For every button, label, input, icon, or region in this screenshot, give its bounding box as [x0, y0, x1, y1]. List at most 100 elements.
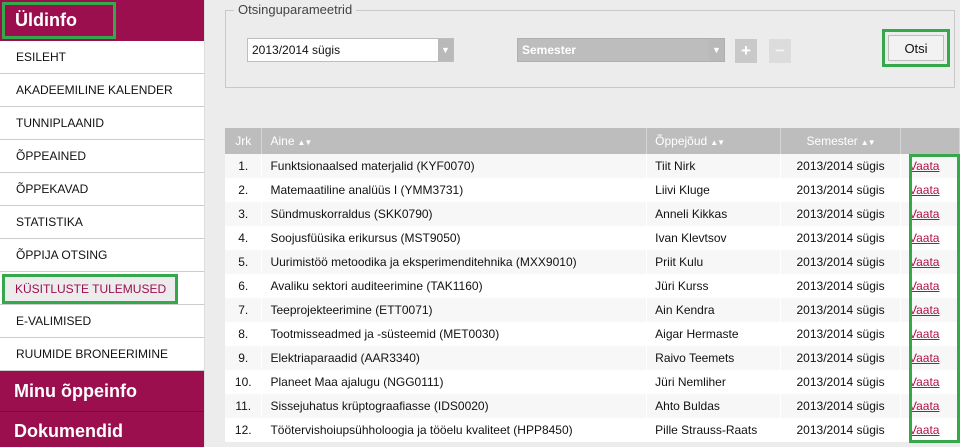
view-link[interactable]: Vaata — [909, 207, 939, 221]
cell-teacher: Pille Strauss-Raats — [646, 418, 782, 442]
sidebar-item-label: ÕPPIJA OTSING — [16, 248, 108, 262]
table-row: 2. Matemaatiline analüüs I (YMM3731) Liivi… — [225, 178, 960, 202]
sidebar-item-label: ÕPPEAINED — [16, 149, 87, 163]
cell-action: Vaata — [900, 298, 960, 322]
cell-index: 4. — [225, 226, 263, 250]
cell-action: Vaata — [900, 178, 960, 202]
table-header-row: Jrk Aine ▲▼ Õppejõud ▲▼ Semester ▲▼ — [225, 128, 960, 154]
view-link[interactable]: Vaata — [909, 351, 939, 365]
view-link[interactable]: Vaata — [909, 159, 939, 173]
cell-course: Funktsionaalsed materjalid (KYF0070) — [261, 154, 648, 178]
search-button-highlight: Otsi — [882, 29, 950, 67]
cell-course: Avaliku sektori auditeerimine (TAK1160) — [261, 274, 648, 298]
view-link[interactable]: Vaata — [909, 399, 939, 413]
cell-teacher: Jüri Kurss — [646, 274, 782, 298]
column-header-teacher[interactable]: Õppejõud ▲▼ — [646, 128, 782, 154]
cell-index: 7. — [225, 298, 263, 322]
cell-index: 9. — [225, 346, 263, 370]
cell-course: Soojusfüüsika erikursus (MST9050) — [261, 226, 648, 250]
cell-course: Elektriaparaadid (AAR3340) — [261, 346, 648, 370]
table-row: 10. Planeet Maa ajalugu (NGG0111) Jüri Nem… — [225, 370, 960, 394]
cell-semester: 2013/2014 sügis — [780, 418, 901, 442]
sidebar-section-general[interactable]: Üldinfo — [0, 0, 204, 41]
cell-index: 8. — [225, 322, 263, 346]
semester-select[interactable]: Semester ▼ — [517, 38, 725, 62]
cell-action: Vaata — [900, 322, 960, 346]
cell-course: Sündmuskorraldus (SKK0790) — [261, 202, 648, 226]
cell-course: Uurimistöö metoodika ja eksperimenditehn… — [261, 250, 648, 274]
table-row: 12. Töötervishoiupsühholoogia ja tööelu k… — [225, 418, 960, 442]
view-link[interactable]: Vaata — [909, 183, 939, 197]
table-row: 7. Teeprojekteerimine (ETT0071) Ain Kendra… — [225, 298, 960, 322]
main-content: Otsinguparameetrid 2013/2014 sügis ▼ Sem… — [205, 0, 960, 447]
sidebar-item[interactable]: STATISTIKA — [0, 206, 204, 239]
cell-action: Vaata — [900, 202, 960, 226]
active-item-highlight: KÜSITLUSTE TULEMUSED — [2, 274, 178, 304]
cell-action: Vaata — [900, 274, 960, 298]
sidebar-item[interactable]: E-VALIMISED — [0, 305, 204, 338]
sidebar-item[interactable]: AKADEEMILINE KALENDER — [0, 74, 204, 107]
results-table-body: 1. Funktsionaalsed materjalid (KYF0070) Ti… — [225, 154, 960, 442]
cell-index: 5. — [225, 250, 263, 274]
cell-semester: 2013/2014 sügis — [780, 154, 901, 178]
column-header-semester-label: Semester — [806, 134, 858, 148]
cell-teacher: Aigar Hermaste — [646, 322, 782, 346]
cell-action: Vaata — [900, 226, 960, 250]
cell-semester: 2013/2014 sügis — [780, 322, 901, 346]
cell-semester: 2013/2014 sügis — [780, 250, 901, 274]
sidebar-item[interactable]: KÜSITLUSTE TULEMUSED — [0, 272, 204, 305]
sidebar-item[interactable]: ÕPPEAINED — [0, 140, 204, 173]
results-table-container: Jrk Aine ▲▼ Õppejõud ▲▼ Semester ▲▼ 1. F… — [225, 128, 960, 443]
view-link[interactable]: Vaata — [909, 327, 939, 341]
sidebar-item[interactable]: RUUMIDE BRONEERIMINE — [0, 338, 204, 371]
sidebar-item[interactable]: ÕPPIJA OTSING — [0, 239, 204, 272]
chevron-down-icon: ▼ — [709, 39, 724, 61]
view-link[interactable]: Vaata — [909, 375, 939, 389]
view-link[interactable]: Vaata — [909, 303, 939, 317]
cell-course: Töötervishoiupsühholoogia ja tööelu kval… — [261, 418, 648, 442]
column-header-index-label: Jrk — [235, 134, 252, 148]
cell-teacher: Anneli Kikkas — [646, 202, 782, 226]
search-panel-legend: Otsinguparameetrid — [234, 2, 357, 17]
table-row: 8. Tootmisseadmed ja -süsteemid (MET0030)… — [225, 322, 960, 346]
view-link[interactable]: Vaata — [909, 423, 939, 437]
table-row: 5. Uurimistöö metoodika ja eksperimendite… — [225, 250, 960, 274]
sidebar-item-label: E-VALIMISED — [16, 314, 92, 328]
cell-action: Vaata — [900, 154, 960, 178]
column-header-semester[interactable]: Semester ▲▼ — [780, 128, 901, 154]
add-filter-button[interactable]: + — [735, 39, 757, 63]
cell-course: Planeet Maa ajalugu (NGG0111) — [261, 370, 648, 394]
sort-icon: ▲▼ — [860, 138, 876, 147]
sidebar-item-label: RUUMIDE BRONEERIMINE — [16, 347, 169, 361]
sidebar-section-general-label: Üldinfo — [2, 2, 116, 39]
sidebar-item[interactable]: ÕPPEKAVAD — [0, 173, 204, 206]
column-header-course[interactable]: Aine ▲▼ — [261, 128, 648, 154]
cell-index: 12. — [225, 418, 263, 442]
cell-semester: 2013/2014 sügis — [780, 298, 901, 322]
cell-semester: 2013/2014 sügis — [780, 346, 901, 370]
chevron-down-icon: ▼ — [438, 39, 453, 61]
table-row: 9. Elektriaparaadid (AAR3340) Raivo Teemet… — [225, 346, 960, 370]
view-link[interactable]: Vaata — [909, 231, 939, 245]
sidebar-section-documents[interactable]: Dokumendid — [0, 411, 204, 447]
search-panel: Otsinguparameetrid 2013/2014 sügis ▼ Sem… — [225, 2, 955, 88]
sidebar-item[interactable]: ESILEHT — [0, 41, 204, 74]
sidebar-item-label: STATISTIKA — [16, 215, 83, 229]
period-select[interactable]: 2013/2014 sügis ▼ — [247, 38, 454, 62]
view-link[interactable]: Vaata — [909, 255, 939, 269]
cell-teacher: Raivo Teemets — [646, 346, 782, 370]
cell-index: 2. — [225, 178, 263, 202]
results-table: Jrk Aine ▲▼ Õppejõud ▲▼ Semester ▲▼ 1. F… — [225, 128, 960, 442]
cell-index: 1. — [225, 154, 263, 178]
search-button[interactable]: Otsi — [888, 35, 944, 61]
sidebar-section-my-study[interactable]: Minu õppeinfo — [0, 371, 204, 411]
sidebar-item-label: ESILEHT — [16, 50, 67, 64]
sidebar-item[interactable]: TUNNIPLAANID — [0, 107, 204, 140]
remove-filter-button[interactable]: − — [769, 39, 791, 63]
cell-semester: 2013/2014 sügis — [780, 226, 901, 250]
cell-action: Vaata — [900, 418, 960, 442]
table-row: 3. Sündmuskorraldus (SKK0790) Anneli Kikka… — [225, 202, 960, 226]
cell-index: 6. — [225, 274, 263, 298]
column-header-teacher-label: Õppejõud — [655, 134, 708, 148]
view-link[interactable]: Vaata — [909, 279, 939, 293]
